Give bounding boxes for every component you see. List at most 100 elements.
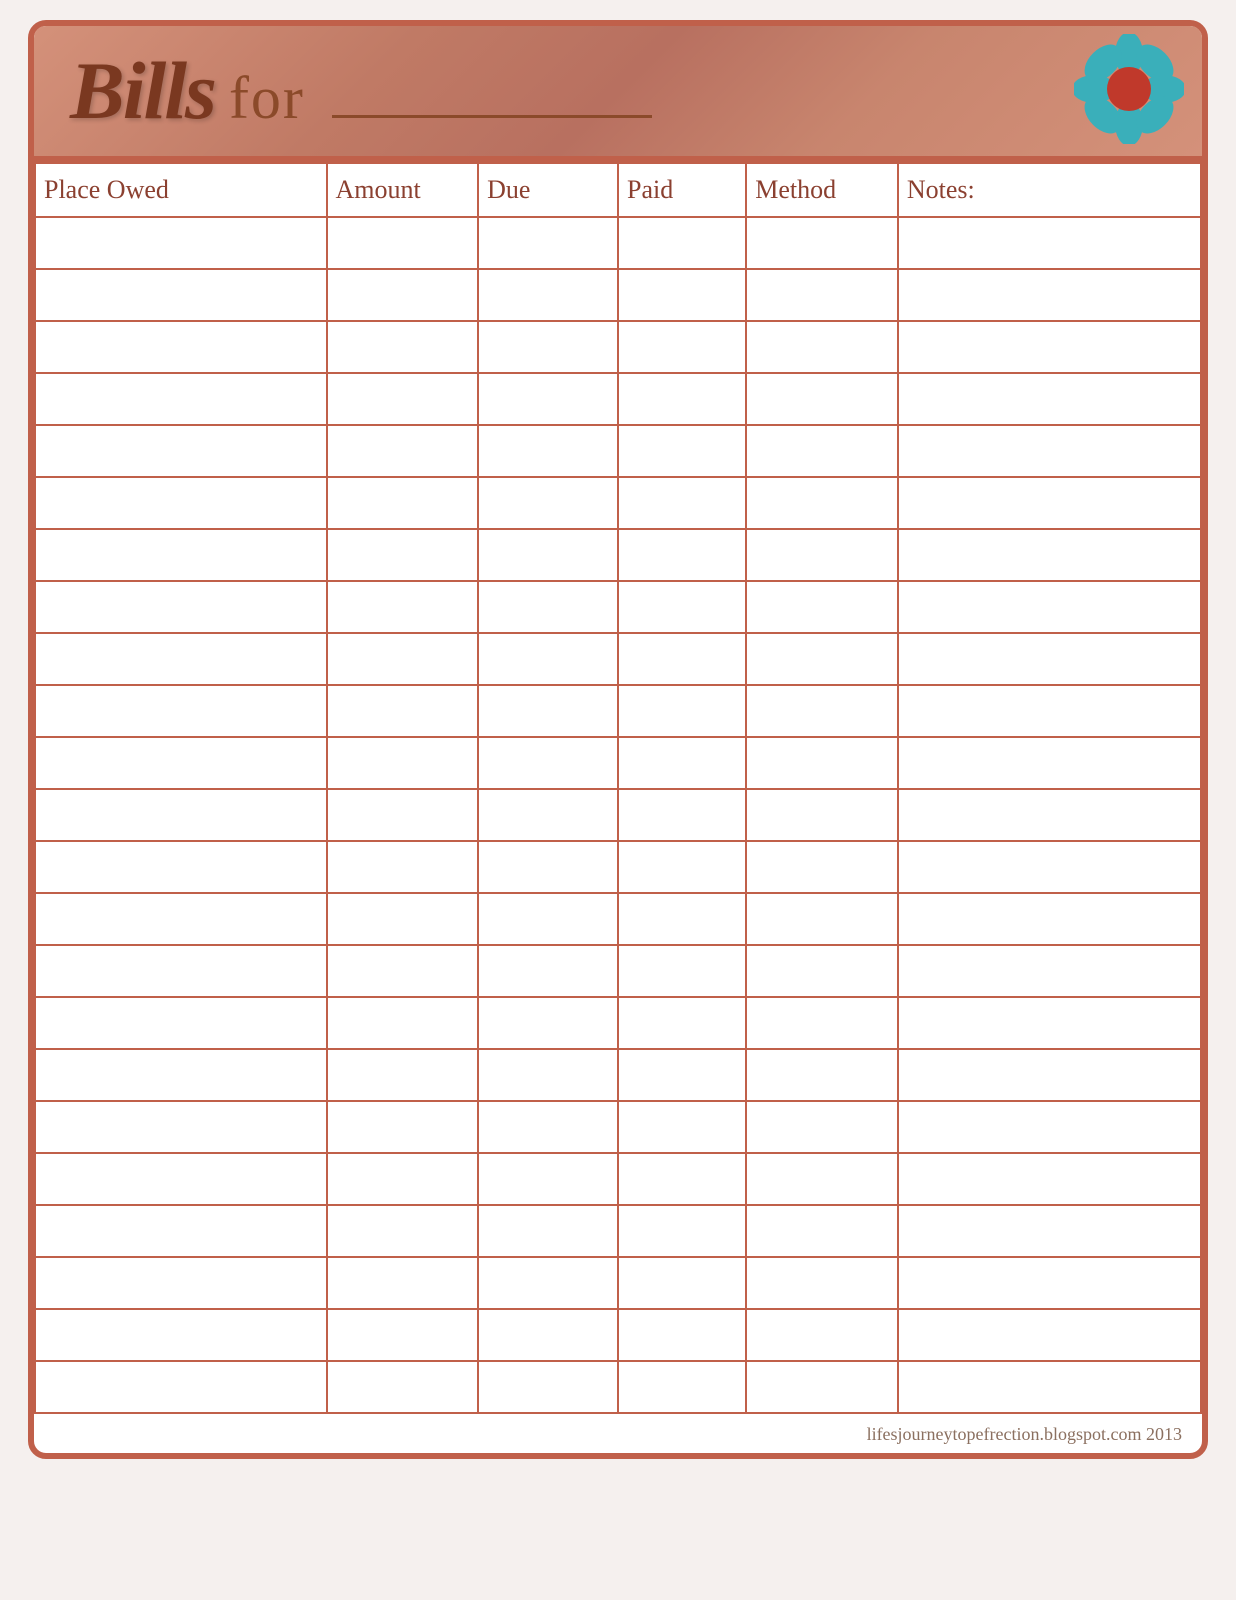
- table-cell[interactable]: [35, 1309, 327, 1361]
- table-cell[interactable]: [618, 321, 746, 373]
- table-cell[interactable]: [898, 425, 1201, 477]
- table-cell[interactable]: [35, 997, 327, 1049]
- table-cell[interactable]: [35, 217, 327, 269]
- table-cell[interactable]: [35, 1153, 327, 1205]
- table-cell[interactable]: [898, 1153, 1201, 1205]
- table-cell[interactable]: [478, 737, 618, 789]
- table-cell[interactable]: [618, 737, 746, 789]
- table-row[interactable]: [35, 581, 1201, 633]
- table-cell[interactable]: [327, 1309, 479, 1361]
- table-cell[interactable]: [746, 737, 898, 789]
- table-row[interactable]: [35, 789, 1201, 841]
- table-cell[interactable]: [746, 477, 898, 529]
- table-cell[interactable]: [746, 425, 898, 477]
- table-cell[interactable]: [618, 789, 746, 841]
- table-cell[interactable]: [478, 945, 618, 997]
- table-cell[interactable]: [898, 217, 1201, 269]
- table-cell[interactable]: [746, 1101, 898, 1153]
- table-cell[interactable]: [746, 893, 898, 945]
- table-cell[interactable]: [478, 1205, 618, 1257]
- table-cell[interactable]: [478, 893, 618, 945]
- table-cell[interactable]: [618, 1153, 746, 1205]
- table-cell[interactable]: [478, 685, 618, 737]
- table-cell[interactable]: [746, 373, 898, 425]
- table-cell[interactable]: [898, 1101, 1201, 1153]
- table-cell[interactable]: [746, 685, 898, 737]
- table-cell[interactable]: [327, 581, 479, 633]
- table-cell[interactable]: [746, 789, 898, 841]
- table-cell[interactable]: [898, 789, 1201, 841]
- table-cell[interactable]: [898, 1309, 1201, 1361]
- table-cell[interactable]: [327, 841, 479, 893]
- table-cell[interactable]: [478, 789, 618, 841]
- table-cell[interactable]: [618, 841, 746, 893]
- table-cell[interactable]: [746, 217, 898, 269]
- table-cell[interactable]: [746, 841, 898, 893]
- table-cell[interactable]: [898, 1205, 1201, 1257]
- table-cell[interactable]: [746, 633, 898, 685]
- table-cell[interactable]: [898, 581, 1201, 633]
- table-cell[interactable]: [898, 321, 1201, 373]
- table-row[interactable]: [35, 945, 1201, 997]
- table-cell[interactable]: [327, 737, 479, 789]
- table-cell[interactable]: [618, 425, 746, 477]
- table-cell[interactable]: [35, 477, 327, 529]
- table-cell[interactable]: [478, 1361, 618, 1413]
- table-cell[interactable]: [898, 373, 1201, 425]
- table-row[interactable]: [35, 425, 1201, 477]
- table-cell[interactable]: [35, 893, 327, 945]
- table-cell[interactable]: [478, 633, 618, 685]
- table-cell[interactable]: [35, 737, 327, 789]
- table-row[interactable]: [35, 737, 1201, 789]
- table-row[interactable]: [35, 269, 1201, 321]
- table-cell[interactable]: [478, 425, 618, 477]
- table-cell[interactable]: [35, 685, 327, 737]
- table-cell[interactable]: [898, 997, 1201, 1049]
- table-row[interactable]: [35, 893, 1201, 945]
- table-cell[interactable]: [35, 1101, 327, 1153]
- table-cell[interactable]: [618, 1049, 746, 1101]
- table-cell[interactable]: [35, 945, 327, 997]
- table-cell[interactable]: [898, 269, 1201, 321]
- table-cell[interactable]: [478, 529, 618, 581]
- table-cell[interactable]: [35, 841, 327, 893]
- table-cell[interactable]: [35, 373, 327, 425]
- table-row[interactable]: [35, 1153, 1201, 1205]
- table-cell[interactable]: [327, 477, 479, 529]
- table-cell[interactable]: [618, 477, 746, 529]
- table-cell[interactable]: [327, 1361, 479, 1413]
- table-cell[interactable]: [35, 1205, 327, 1257]
- table-row[interactable]: [35, 1361, 1201, 1413]
- table-cell[interactable]: [327, 893, 479, 945]
- table-cell[interactable]: [478, 1257, 618, 1309]
- table-cell[interactable]: [478, 269, 618, 321]
- table-cell[interactable]: [327, 1101, 479, 1153]
- table-cell[interactable]: [35, 1049, 327, 1101]
- table-cell[interactable]: [327, 1205, 479, 1257]
- table-cell[interactable]: [618, 997, 746, 1049]
- table-cell[interactable]: [618, 373, 746, 425]
- table-cell[interactable]: [898, 945, 1201, 997]
- table-cell[interactable]: [327, 685, 479, 737]
- table-cell[interactable]: [35, 425, 327, 477]
- table-cell[interactable]: [327, 633, 479, 685]
- table-cell[interactable]: [35, 789, 327, 841]
- table-cell[interactable]: [478, 321, 618, 373]
- table-cell[interactable]: [898, 1361, 1201, 1413]
- table-row[interactable]: [35, 477, 1201, 529]
- table-row[interactable]: [35, 633, 1201, 685]
- table-cell[interactable]: [618, 893, 746, 945]
- table-cell[interactable]: [327, 321, 479, 373]
- table-cell[interactable]: [898, 633, 1201, 685]
- table-cell[interactable]: [478, 1049, 618, 1101]
- table-row[interactable]: [35, 1101, 1201, 1153]
- table-cell[interactable]: [898, 529, 1201, 581]
- table-cell[interactable]: [35, 581, 327, 633]
- table-row[interactable]: [35, 1049, 1201, 1101]
- table-row[interactable]: [35, 373, 1201, 425]
- table-cell[interactable]: [327, 1153, 479, 1205]
- table-row[interactable]: [35, 685, 1201, 737]
- table-cell[interactable]: [618, 217, 746, 269]
- table-cell[interactable]: [898, 737, 1201, 789]
- table-cell[interactable]: [327, 997, 479, 1049]
